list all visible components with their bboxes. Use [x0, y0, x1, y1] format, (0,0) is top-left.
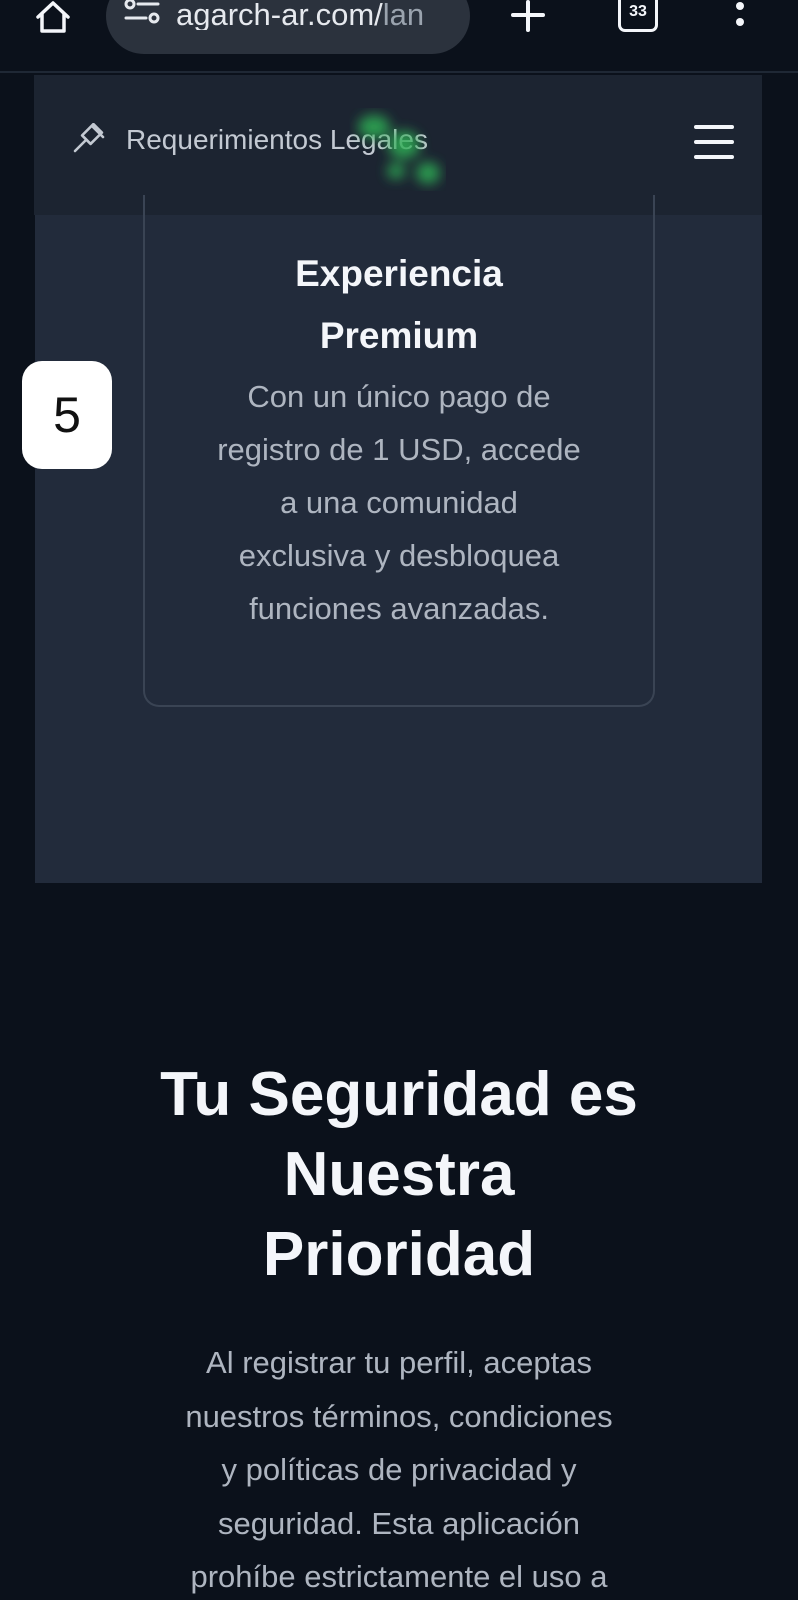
feature-text-line: a una comunidad [280, 485, 518, 520]
site-header: Requerimientos Legales [34, 75, 762, 215]
security-text-line: seguridad. Esta aplicación [218, 1505, 580, 1541]
feature-section: Experiencia Premium Con un único pago de… [35, 195, 762, 883]
decorative-blur [358, 115, 440, 184]
home-icon [36, 1, 70, 33]
feature-text-line: Con un único pago de [247, 379, 551, 414]
plus-icon[interactable] [506, 0, 550, 34]
feature-text-line: exclusiva y desbloquea [238, 538, 560, 573]
feature-title: Experiencia Premium [145, 243, 653, 367]
feature-text-line: funciones avanzadas. [249, 591, 549, 626]
gavel-icon [73, 123, 105, 153]
tune-icon[interactable] [124, 0, 160, 30]
feature-card: Experiencia Premium Con un único pago de… [143, 195, 655, 707]
browser-toolbar: agarch-ar.com/lan 33 [0, 0, 798, 73]
url-visible: agarch-ar.com/ [176, 0, 383, 30]
hamburger-menu-icon[interactable] [694, 125, 734, 159]
security-text-line: y políticas de privacidad y [221, 1452, 577, 1487]
home-button[interactable] [30, 0, 76, 36]
feature-text-line: registro de 1 USD, accede [217, 432, 581, 467]
security-heading-line: Nuestra [283, 1140, 515, 1209]
feature-description: Con un único pago de registro de 1 USD, … [185, 370, 613, 635]
more-vert-icon[interactable] [730, 0, 750, 34]
url-text[interactable]: agarch-ar.com/lan [176, 0, 458, 30]
feature-title-line: Premium [319, 315, 479, 356]
security-heading: Tu Seguridad es Nuestra Prioridad [100, 1055, 698, 1295]
security-text-line: Al registrar tu perfil, aceptas [206, 1345, 592, 1380]
security-heading-line: Prioridad [262, 1220, 536, 1289]
step-number: 5 [53, 387, 81, 443]
security-text-line: nuestros términos, condiciones [185, 1398, 613, 1434]
step-number-badge: 5 [22, 361, 112, 469]
security-text-line: prohíbe estrictamente el uso a [190, 1559, 608, 1594]
feature-title-line: Experiencia [295, 253, 503, 294]
tab-count: 33 [629, 3, 647, 20]
address-bar[interactable]: agarch-ar.com/lan [106, 0, 470, 54]
tab-switcher-icon[interactable]: 33 [618, 0, 658, 32]
security-heading-line: Tu Seguridad es [160, 1060, 638, 1129]
url-faded: lan [382, 0, 425, 30]
security-description: Al registrar tu perfil, aceptas nuestros… [130, 1336, 668, 1600]
